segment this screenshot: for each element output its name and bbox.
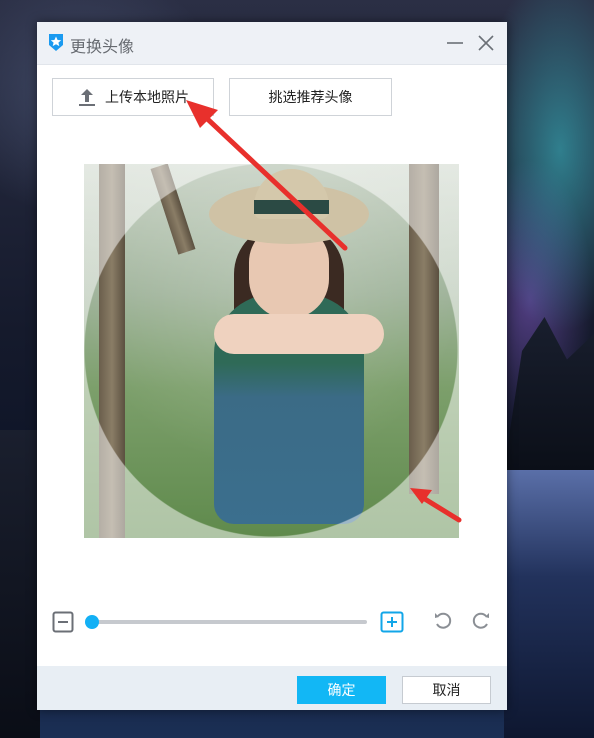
rotate-right-icon[interactable] xyxy=(470,610,492,632)
recommend-button-label: 挑选推荐头像 xyxy=(268,90,353,106)
upload-button-label: 上传本地照片 xyxy=(105,90,189,106)
zoom-slider-thumb[interactable] xyxy=(85,615,99,629)
minimize-icon[interactable] xyxy=(442,30,468,56)
dialog-title: 更换头像 xyxy=(70,37,135,56)
avatar-crop-area[interactable] xyxy=(84,164,459,538)
zoom-in-icon[interactable] xyxy=(380,611,404,633)
dialog-footer: 确定 取消 xyxy=(37,666,507,710)
background-mountain xyxy=(504,317,594,470)
confirm-button[interactable]: 确定 xyxy=(297,676,386,704)
cancel-button[interactable]: 取消 xyxy=(402,676,491,704)
background-water xyxy=(504,470,594,738)
close-icon[interactable] xyxy=(473,30,499,56)
change-avatar-dialog: 更换头像 上传本地照片 挑选推荐头像 确定 取消 xyxy=(37,22,507,710)
zoom-out-icon[interactable] xyxy=(52,611,74,633)
rotate-left-icon[interactable] xyxy=(432,610,454,632)
upload-icon xyxy=(79,89,95,106)
crop-circle-mask xyxy=(84,164,459,538)
title-bar: 更换头像 xyxy=(37,22,507,65)
zoom-slider[interactable] xyxy=(85,615,367,629)
qq-star-icon xyxy=(49,34,63,51)
pick-recommended-avatar-button[interactable]: 挑选推荐头像 xyxy=(229,78,392,116)
upload-local-photo-button[interactable]: 上传本地照片 xyxy=(52,78,214,116)
background-shore xyxy=(0,430,40,738)
